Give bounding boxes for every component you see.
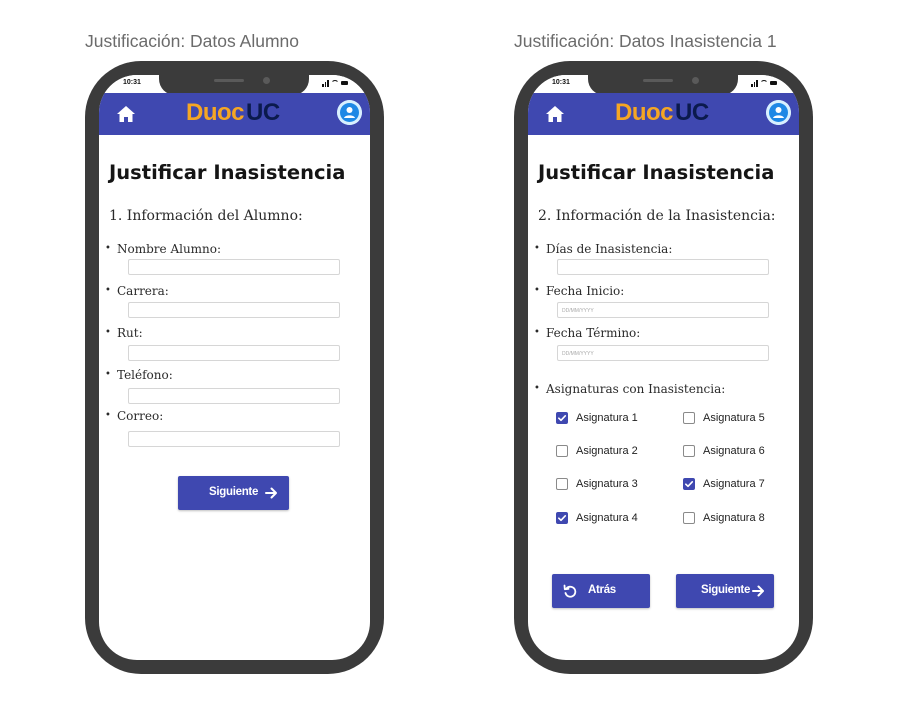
signal-icon [324, 82, 327, 87]
carrera-input[interactable] [128, 302, 340, 318]
main-content: Justificar Inasistencia 2. Información d… [528, 135, 799, 660]
siguiente-button[interactable]: Siguiente [676, 574, 774, 608]
subject-checkbox[interactable] [556, 478, 568, 490]
subjects-label: Asignaturas con Inasistencia: [534, 382, 725, 396]
subject-checkbox[interactable] [683, 412, 695, 424]
signal-icon [753, 82, 756, 87]
logo-duoc-text: Duoc [615, 99, 674, 126]
siguiente-label: Siguiente [701, 584, 751, 596]
fecha-termino-input[interactable]: DD/MM/YYYY [557, 345, 769, 361]
subject-checkbox-label: Asignatura 2 [576, 445, 638, 457]
signal-icon [322, 84, 324, 87]
phone-mockup-datos-inasistencia: 10:31 DuocUC Justificar Inasistencia 2. … [514, 61, 813, 674]
field-label-telefono: Teléfono: [105, 368, 173, 382]
phone-screen: 10:31 DuocUC [99, 75, 370, 660]
frame-title-datos-inasistencia: Justificación: Datos Inasistencia 1 [514, 31, 777, 51]
subject-checkbox[interactable] [683, 445, 695, 457]
subject-checkbox-label: Asignatura 8 [703, 512, 765, 524]
correo-input[interactable] [128, 431, 340, 447]
status-icons [322, 79, 348, 88]
subject-checkbox[interactable] [556, 412, 568, 424]
field-label-fecha-termino: Fecha Término: [534, 326, 640, 340]
subject-checkbox[interactable] [683, 478, 695, 490]
checkmark-icon [684, 480, 693, 487]
phone-notch [588, 75, 738, 95]
arrow-right-icon [265, 487, 277, 499]
subject-checkbox[interactable] [556, 512, 568, 524]
siguiente-button[interactable]: Siguiente [178, 476, 289, 510]
status-time: 10:31 [552, 79, 570, 86]
logo-uc-text: UC [246, 99, 280, 126]
atras-button[interactable]: Atrás [552, 574, 650, 608]
field-label-carrera: Carrera: [105, 284, 169, 298]
signal-icon [756, 80, 758, 87]
subject-checkbox[interactable] [556, 445, 568, 457]
home-icon[interactable] [116, 105, 136, 123]
speaker-grille [643, 79, 673, 82]
logo-uc-text: UC [675, 99, 709, 126]
duocuc-logo: DuocUC [186, 99, 280, 127]
subject-checkbox-label: Asignatura 4 [576, 512, 638, 524]
user-avatar-icon[interactable] [337, 100, 362, 125]
rut-input[interactable] [128, 345, 340, 361]
phone-screen: 10:31 DuocUC [528, 75, 799, 660]
user-avatar-icon[interactable] [766, 100, 791, 125]
field-label-nombre: Nombre Alumno: [105, 242, 221, 256]
home-icon[interactable] [545, 105, 565, 123]
undo-icon [563, 584, 577, 598]
battery-icon [770, 81, 777, 85]
telefono-input[interactable] [128, 388, 340, 404]
phone-mockup-datos-alumno: 10:31 DuocUC Justificar Inasistencia 1. … [85, 61, 384, 674]
section-heading: 2. Información de la Inasistencia: [538, 208, 776, 224]
nombre-alumno-input[interactable] [128, 259, 340, 275]
checkmark-icon [557, 414, 566, 421]
page-title: Justificar Inasistencia [109, 161, 346, 184]
app-bar: DuocUC [99, 93, 370, 135]
app-bar: DuocUC [528, 93, 799, 135]
front-camera [692, 77, 699, 84]
subject-checkbox-label: Asignatura 6 [703, 445, 765, 457]
front-camera [263, 77, 270, 84]
speaker-grille [214, 79, 244, 82]
subject-checkbox-label: Asignatura 5 [703, 412, 765, 424]
battery-icon [341, 81, 348, 85]
status-icons [751, 79, 777, 88]
page-title: Justificar Inasistencia [538, 161, 775, 184]
subject-checkbox-label: Asignatura 1 [576, 412, 638, 424]
field-label-dias: Días de Inasistencia: [534, 242, 672, 256]
status-time: 10:31 [123, 79, 141, 86]
siguiente-label: Siguiente [209, 486, 259, 498]
field-label-fecha-inicio: Fecha Inicio: [534, 284, 624, 298]
wifi-icon [760, 80, 768, 88]
subject-checkbox[interactable] [683, 512, 695, 524]
dias-inasistencia-input[interactable] [557, 259, 769, 275]
signal-icon [327, 80, 329, 87]
subject-checkbox-label: Asignatura 7 [703, 478, 765, 490]
field-label-correo: Correo: [105, 409, 163, 423]
checkmark-icon [557, 514, 566, 521]
main-content: Justificar Inasistencia 1. Información d… [99, 135, 370, 660]
field-label-rut: Rut: [105, 326, 142, 340]
frame-title-datos-alumno: Justificación: Datos Alumno [85, 31, 299, 51]
arrow-right-icon [752, 585, 764, 597]
atras-label: Atrás [588, 584, 616, 596]
subject-checkbox-label: Asignatura 3 [576, 478, 638, 490]
section-heading: 1. Información del Alumno: [109, 208, 303, 224]
signal-icon [751, 84, 753, 87]
phone-notch [159, 75, 309, 95]
fecha-inicio-input[interactable]: DD/MM/YYYY [557, 302, 769, 318]
wifi-icon [331, 80, 339, 88]
logo-duoc-text: Duoc [186, 99, 245, 126]
duocuc-logo: DuocUC [615, 99, 709, 127]
